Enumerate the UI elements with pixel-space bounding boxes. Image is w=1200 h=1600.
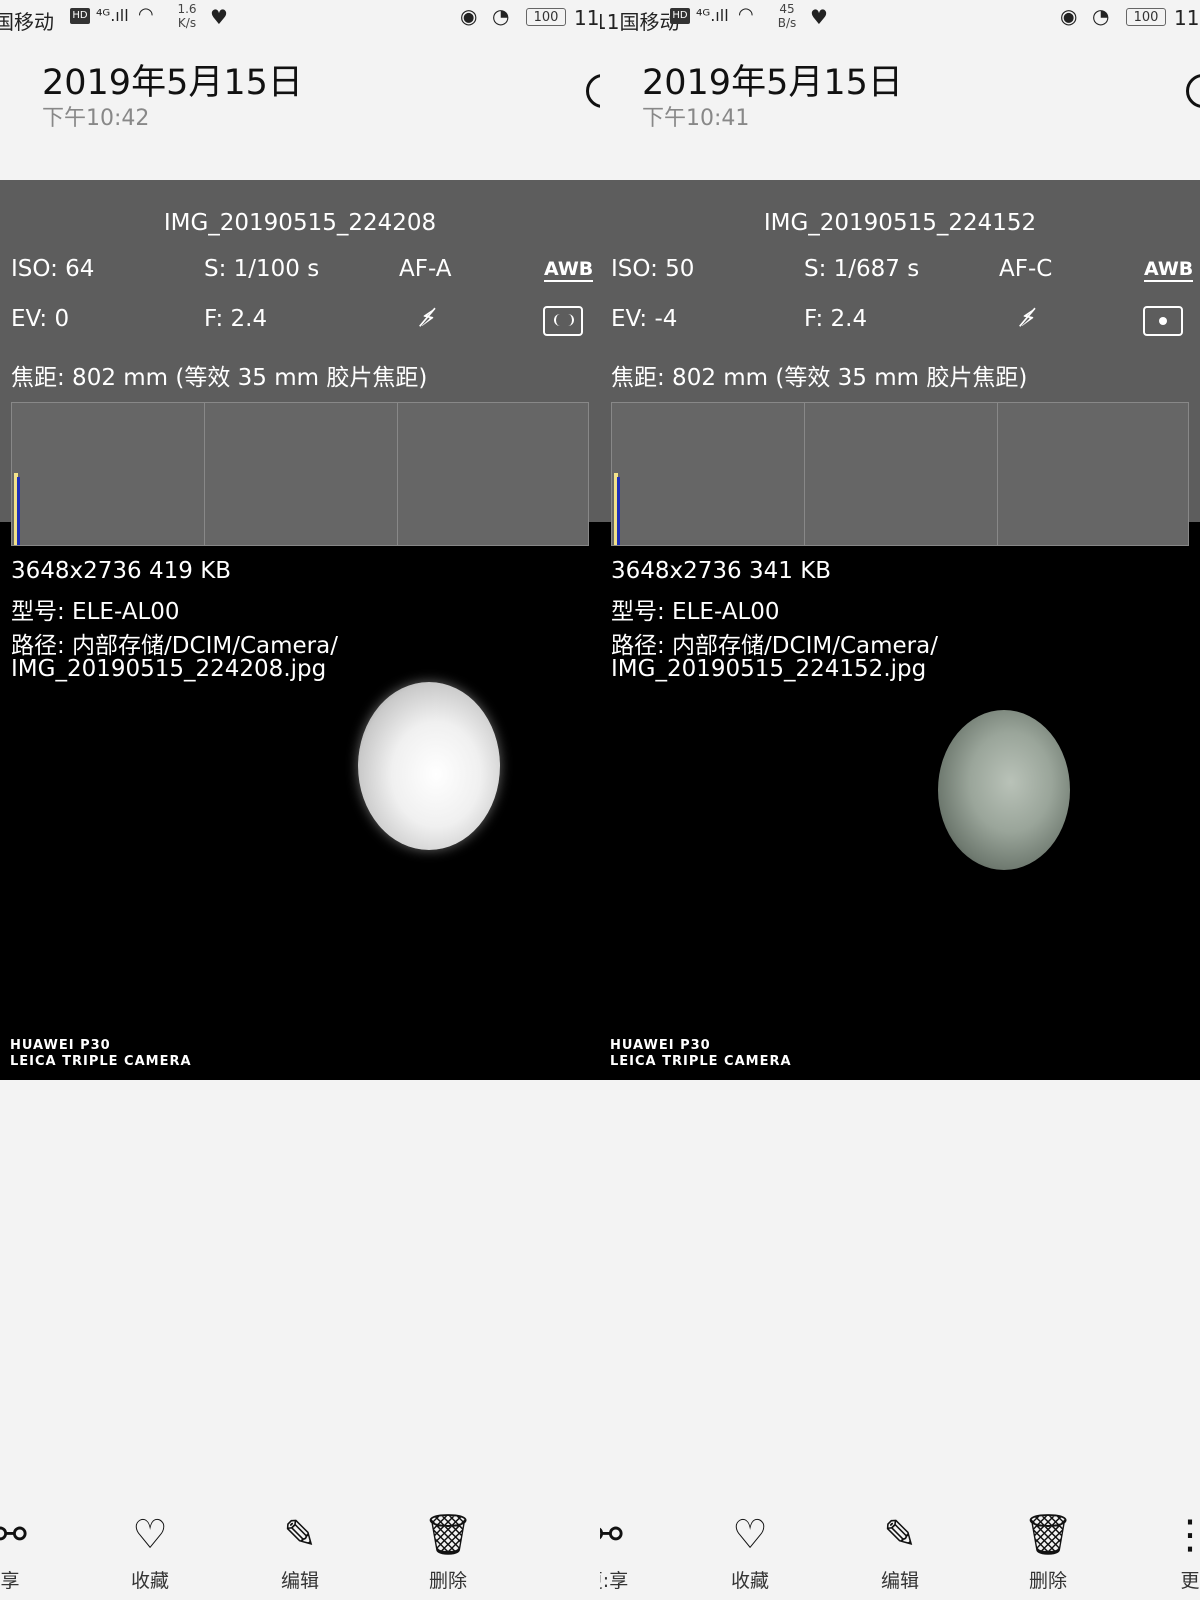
- moon-image: [938, 710, 1070, 870]
- eye-comfort-icon: ◉: [460, 4, 478, 28]
- device-model: 型号: ELE-AL00: [611, 599, 780, 625]
- exif-panel: IMG_20190515_224152 ISO: 50 S: 1/687 s A…: [600, 180, 1200, 546]
- metering-icon: [543, 306, 583, 336]
- edit-button[interactable]: ✎ 编辑: [860, 1510, 940, 1593]
- health-icon: ♥: [810, 5, 828, 29]
- aperture-value: F: 2.4: [204, 306, 268, 332]
- battery-icon: 100: [1126, 8, 1166, 26]
- gauge-icon: ◔: [1092, 4, 1110, 28]
- network-speed: 1.6 K/s: [177, 2, 197, 30]
- network-speed: 45 B/s: [777, 2, 797, 30]
- share-button[interactable]: ⚯ 享: [0, 1510, 50, 1593]
- focal-length: 焦距: 802 mm (等效 35 mm 胶片焦距): [611, 365, 1028, 391]
- image-size: 3648x2736 341 KB: [611, 558, 832, 584]
- rotate-icon[interactable]: [1186, 74, 1200, 108]
- favorite-button[interactable]: ♡ 收藏: [710, 1510, 790, 1593]
- capture-time: 下午10:41: [642, 106, 750, 131]
- af-mode: AF-C: [999, 256, 1053, 282]
- exif-panel: IMG_20190515_224208 ISO: 64 S: 1/100 s A…: [0, 180, 600, 546]
- battery-icon: 100: [526, 8, 566, 26]
- share-icon: ⚯: [600, 1512, 623, 1558]
- awb-label: AWB: [544, 258, 594, 282]
- wifi-icon: ◠: [138, 4, 154, 25]
- health-icon: ♥: [210, 5, 228, 29]
- shutter-value: S: 1/100 s: [204, 256, 320, 282]
- pencil-icon: ✎: [883, 1512, 917, 1558]
- share-icon: ⚯: [0, 1512, 27, 1558]
- hd-icon: HD: [70, 8, 90, 24]
- rotate-icon[interactable]: [586, 74, 600, 108]
- bottom-toolbar: ⚯ 更:享 ♡ 收藏 ✎ 编辑 🗑 删除 ⋮ 更: [600, 1510, 1200, 1600]
- iso-value: ISO: 50: [611, 256, 695, 282]
- edit-button[interactable]: ✎ 编辑: [260, 1510, 340, 1593]
- gallery-pane-right: 11国移动 HD ⁴ᴳ.ıll ◠ 45B/s ♥ ◉ ◔ 100 11 ‹ 2…: [600, 0, 1200, 1600]
- trash-icon: 🗑: [1022, 1512, 1074, 1558]
- trash-icon: 🗑: [422, 1512, 474, 1558]
- page-title: 2019年5月15日: [642, 63, 903, 103]
- hd-icon: HD: [670, 8, 690, 24]
- moon-image: [358, 682, 500, 850]
- delete-button[interactable]: 🗑 删除: [408, 1510, 488, 1593]
- focal-length: 焦距: 802 mm (等效 35 mm 胶片焦距): [11, 365, 428, 391]
- gauge-icon: ◔: [492, 4, 510, 28]
- more-icon: ⋮: [1170, 1512, 1200, 1558]
- signal-icon: ⁴ᴳ.ıll: [96, 6, 129, 25]
- signal-icon: ⁴ᴳ.ıll: [696, 6, 729, 25]
- ev-value: EV: -4: [611, 306, 678, 332]
- file-path: 路径: 内部存储/DCIM/Camera/: [611, 633, 938, 659]
- back-icon[interactable]: ‹: [600, 76, 610, 100]
- page-title: 2019年5月15日: [42, 63, 303, 103]
- file-name: IMG_20190515_224152.jpg: [611, 656, 927, 682]
- clock: 11: [1174, 6, 1200, 30]
- awb-label: AWB: [1144, 258, 1194, 282]
- photo-filename: IMG_20190515_224152: [763, 210, 1037, 236]
- eye-comfort-icon: ◉: [1060, 4, 1078, 28]
- shutter-value: S: 1/687 s: [804, 256, 920, 282]
- camera-watermark: HUAWEI P30 LEICA TRIPLE CAMERA: [610, 1038, 792, 1069]
- photo-filename: IMG_20190515_224208: [163, 210, 437, 236]
- image-size: 3648x2736 419 KB: [11, 558, 232, 584]
- clock: 11: [574, 6, 600, 30]
- delete-button[interactable]: 🗑 删除: [1008, 1510, 1088, 1593]
- af-mode: AF-A: [399, 256, 452, 282]
- file-name: IMG_20190515_224208.jpg: [11, 656, 327, 682]
- header: ‹ 2019年5月15日 下午10:41: [600, 40, 1200, 140]
- photo-view[interactable]: IMG_20190515_224208 ISO: 64 S: 1/100 s A…: [0, 180, 600, 1080]
- pencil-icon: ✎: [283, 1512, 317, 1558]
- wifi-icon: ◠: [738, 4, 754, 25]
- histogram: [611, 402, 1189, 546]
- carrier-label: 11国移动: [600, 10, 680, 34]
- carrier-label: 国移动: [0, 10, 54, 34]
- heart-icon: ♡: [132, 1512, 168, 1558]
- flash-off-icon: ⚡̸: [1020, 304, 1037, 332]
- heart-icon: ♡: [732, 1512, 768, 1558]
- more-button[interactable]: ⋮ 更: [1150, 1510, 1200, 1593]
- iso-value: ISO: 64: [11, 256, 95, 282]
- file-path: 路径: 内部存储/DCIM/Camera/: [11, 633, 338, 659]
- photo-view[interactable]: IMG_20190515_224152 ISO: 50 S: 1/687 s A…: [600, 180, 1200, 1080]
- capture-time: 下午10:42: [42, 106, 150, 131]
- share-button[interactable]: ⚯ 更:享: [600, 1510, 646, 1593]
- gallery-pane-left: 国移动 HD ⁴ᴳ.ıll ◠ 1.6K/s ♥ ◉ ◔ 100 11 ‹ 20…: [0, 0, 600, 1600]
- header: ‹ 2019年5月15日 下午10:42: [0, 40, 600, 140]
- ev-value: EV: 0: [11, 306, 70, 332]
- histogram: [11, 402, 589, 546]
- status-bar: 11国移动 HD ⁴ᴳ.ıll ◠ 45 B/s ♥ ◉ ◔ 100 11: [600, 0, 1200, 36]
- aperture-value: F: 2.4: [804, 306, 868, 332]
- device-model: 型号: ELE-AL00: [11, 599, 180, 625]
- favorite-button[interactable]: ♡ 收藏: [110, 1510, 190, 1593]
- bottom-toolbar: ⚯ 享 ♡ 收藏 ✎ 编辑 🗑 删除: [0, 1510, 600, 1600]
- status-bar: 国移动 HD ⁴ᴳ.ıll ◠ 1.6 K/s ♥ ◉ ◔ 100 11: [0, 0, 600, 36]
- metering-icon: [1143, 306, 1183, 336]
- camera-watermark: HUAWEI P30 LEICA TRIPLE CAMERA: [10, 1038, 192, 1069]
- flash-off-icon: ⚡̸: [420, 304, 437, 332]
- back-icon[interactable]: ‹: [0, 76, 10, 100]
